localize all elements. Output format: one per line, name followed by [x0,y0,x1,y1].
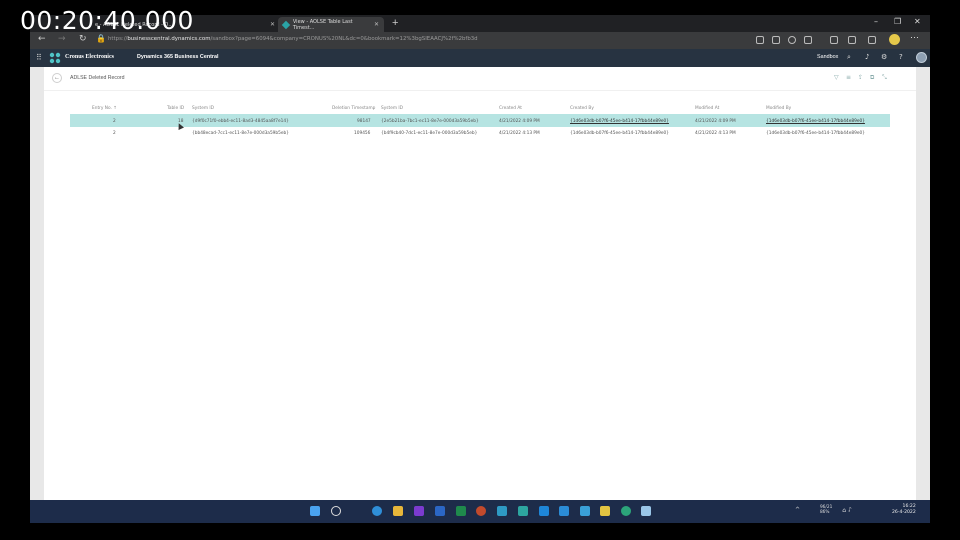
cell-system-id-2[interactable]: {b4f9cb40-7dc1-ec11-8e7e-000d3a59b5eb} [381,131,477,136]
column-header-modified-at[interactable]: Modified At [695,106,719,111]
column-header-deletion-timestamp[interactable]: Deletion Timestamp [332,106,375,111]
list-view-icon[interactable]: ≡ [846,74,851,81]
cell-created-at[interactable]: 4/21/2022 4:13 PM [499,131,540,136]
page-margin-right [916,67,930,500]
url-field[interactable]: https://businesscentral.dynamics.com/san… [108,36,748,46]
battery-label: 86% [819,510,830,515]
more-menu-icon[interactable]: ⋯ [910,32,919,43]
product-name: Dynamics 365 Business Central [137,54,219,60]
column-header-modified-by[interactable]: Modified By [766,106,791,111]
favorites-icon[interactable] [830,36,838,44]
bell-icon[interactable]: ♪ [865,53,869,61]
column-header-entry-no[interactable]: Entry No. ↑ [92,106,117,111]
open-new-window-icon[interactable]: ⧉ [870,74,874,82]
power-bi-icon[interactable] [600,506,610,516]
cell-deletion-timestamp[interactable]: 98147 [357,119,371,124]
gear-icon[interactable]: ⚙ [881,53,887,61]
url-prefix: https:// [108,36,128,42]
page-margin-left [30,67,44,500]
powerpoint-icon[interactable] [476,506,486,516]
read-aloud-icon[interactable] [756,36,764,44]
excel-icon[interactable] [456,506,466,516]
list-page: ← ADLSE Deleted Record ▽ ≡ ⇪ ⧉ ⤡ Entry N… [44,67,916,500]
close-icon[interactable]: ✕ [270,21,275,28]
tab-label: View - AOLSE Table Last Timest... [292,18,353,31]
bc-favicon-icon [281,20,291,29]
favorite-star-icon[interactable] [804,36,812,44]
word-icon[interactable] [435,506,445,516]
settings-icon[interactable] [641,506,651,516]
onenote-icon[interactable] [414,506,424,516]
volume-icon[interactable]: ♪ [848,507,852,514]
cell-created-by-link[interactable]: {1d6e03db-b07f6-45ee-b414-17fbb44e89e0} [570,131,669,136]
environment-label[interactable]: Sandbox [817,54,838,60]
edge-icon[interactable] [372,506,382,516]
new-tab-button[interactable]: + [392,17,398,29]
clock-date: 26-4-2022 [892,510,916,515]
filter-icon[interactable]: ▽ [834,74,839,81]
network-icon[interactable]: ⌂ [842,507,846,514]
minimize-button[interactable]: – [874,17,878,26]
start-icon[interactable] [310,506,320,516]
collapse-icon[interactable]: ⤡ [882,74,887,82]
company-name[interactable]: Cronus Electronics [65,54,114,60]
cell-created-at[interactable]: 4/21/2022 4:09 PM [499,119,540,124]
extensions-icon[interactable] [868,36,876,44]
column-header-system-id[interactable]: System ID [192,106,214,111]
collections-icon[interactable] [848,36,856,44]
back-button[interactable]: ← [52,73,62,83]
tab-table-last-timestamp[interactable]: View - AOLSE Table Last Timest... ✕ [278,17,384,32]
close-icon[interactable]: ✕ [374,21,379,28]
bc-header: ⠿ Cronus Electronics Dynamics 365 Busine… [30,49,930,67]
company-logo-icon [49,52,61,64]
help-icon[interactable]: ? [899,53,903,61]
search-icon[interactable] [331,506,341,516]
windows-taskbar: ^ 96/21 86% ⌂ ♪ 16:22 26-4-2022 [30,500,930,523]
cell-modified-at[interactable]: 4/21/2022 4:09 PM [695,119,736,124]
page-title: ADLSE Deleted Record [70,75,125,81]
column-header-created-by[interactable]: Created By [570,106,594,111]
url-path: /sandbox?page=6094&company=CRONUS%20NL&d… [210,36,478,42]
user-avatar[interactable] [916,52,927,63]
cell-modified-by-link[interactable]: {1d6e03db-b07f6-45ee-b414-17fbb44e89e0} [766,131,865,136]
browser-window: e - AOLSE Deleted Record - D... ✕ View -… [30,15,930,523]
url-host: businesscentral.dynamics.com [127,36,211,42]
header-divider [44,90,916,91]
forward-arrow-icon[interactable]: → [58,34,66,44]
cell-modified-by-link[interactable]: {1d6e03db-b07f6-45ee-b414-17fbb44e89e0} [766,119,865,124]
app-launcher-icon[interactable]: ⠿ [36,53,42,62]
calculator-icon[interactable] [580,506,590,516]
refresh-icon[interactable]: ↻ [79,34,87,44]
cell-entry-no[interactable]: 2 [113,119,116,124]
file-explorer-icon[interactable] [393,506,403,516]
cell-system-id[interactable]: {d9f0c71f0-ebb4-ec11-8ad3-4845aa8f7e14} [192,119,289,124]
teams-icon[interactable] [518,506,528,516]
profile-avatar[interactable] [889,34,900,45]
column-header-system-id-2[interactable]: System ID [381,106,403,111]
app-available-icon[interactable] [772,36,780,44]
cell-deletion-timestamp[interactable]: 109456 [354,131,370,136]
outlook-icon[interactable] [539,506,549,516]
clock[interactable]: 16:22 26-4-2022 [892,504,916,516]
azure-icon[interactable] [497,506,507,516]
search-icon[interactable]: ⌕ [847,53,851,62]
back-arrow-icon[interactable]: ← [38,34,46,44]
restore-button[interactable]: ❐ [894,17,901,26]
visual-studio-code-icon[interactable] [559,506,569,516]
column-header-table-id[interactable]: Table ID [167,106,184,111]
cell-modified-at[interactable]: 4/21/2022 4:13 PM [695,131,736,136]
browser-icon[interactable] [621,506,631,516]
cell-system-id-2[interactable]: {2e5b21ba-7bc1-ec11-8e7e-000d3a59b5eb} [381,119,479,124]
cell-created-by-link[interactable]: {1d6e03db-b07f6-45ee-b414-17fbb44e89e0} [570,119,669,124]
zoom-icon[interactable] [788,36,796,44]
video-timestamp: 00:20:40.000 [20,6,194,35]
system-tray[interactable]: ^ 96/21 86% ⌂ ♪ [795,505,852,515]
lock-icon: 🔒 [96,34,106,43]
tray-chevron-icon[interactable]: ^ [795,507,800,514]
column-header-created-at[interactable]: Created At [499,106,522,111]
cell-system-id[interactable]: {bb48ecad-7cc1-ec11-8e7e-000d3a59b5eb} [192,131,289,136]
share-icon[interactable]: ⇪ [858,74,863,81]
cell-entry-no[interactable]: 2 [113,131,116,136]
close-window-button[interactable]: ✕ [914,17,921,26]
